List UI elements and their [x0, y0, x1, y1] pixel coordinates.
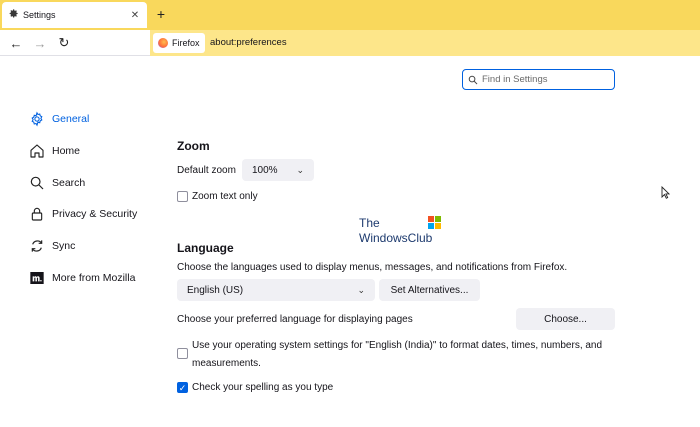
os-locale-checkbox[interactable]	[177, 348, 188, 359]
search-icon	[468, 75, 478, 84]
sidebar-item-general[interactable]: General	[28, 109, 89, 129]
mouse-cursor-icon	[661, 186, 670, 199]
set-alternatives-button[interactable]: Set Alternatives...	[379, 279, 480, 301]
tab-strip: Settings ✕ +	[0, 0, 700, 30]
sidebar-item-label: General	[52, 113, 90, 125]
search-input[interactable]	[482, 74, 602, 85]
close-icon[interactable]: ✕	[127, 7, 143, 23]
sidebar-item-more-from-mozilla[interactable]: More from Mozilla	[28, 268, 135, 288]
sidebar-item-privacy-security[interactable]: Privacy & Security	[28, 204, 137, 224]
sidebar-item-home[interactable]: Home	[28, 141, 80, 161]
sync-icon	[28, 237, 46, 255]
language-select[interactable]: English (US) ⌄	[177, 279, 375, 301]
identity-box[interactable]: Firefox	[153, 33, 205, 53]
url-field[interactable]: about:preferences	[210, 37, 287, 48]
mozilla-icon	[28, 269, 46, 287]
sidebar-item-label: Search	[52, 177, 86, 189]
os-locale-label-line2: measurements.	[192, 358, 261, 369]
sidebar-item-label: Sync	[52, 240, 76, 252]
windows-logo-icon	[428, 216, 441, 229]
reload-button[interactable]: ↻	[56, 35, 72, 51]
lock-icon	[28, 205, 46, 223]
tab-settings[interactable]: Settings ✕	[2, 2, 147, 28]
back-button[interactable]: ←	[8, 35, 24, 51]
page-language-label: Choose your preferred language for displ…	[177, 314, 413, 325]
os-locale-label-line1: Use your operating system settings for "…	[192, 340, 603, 351]
identity-label: Firefox	[172, 38, 200, 48]
sidebar-item-label: More from Mozilla	[52, 272, 136, 284]
home-icon	[28, 142, 46, 160]
spellcheck-label: Check your spelling as you type	[192, 382, 334, 393]
search-icon	[28, 174, 46, 192]
navigation-bar: ← → ↻	[0, 30, 700, 56]
chevron-down-icon: ⌄	[296, 164, 304, 175]
gear-icon	[28, 110, 46, 128]
zoom-heading: Zoom	[177, 139, 210, 153]
watermark-line2: WindowsClub	[359, 231, 433, 245]
tab-title: Settings	[23, 10, 56, 20]
zoom-text-only-label: Zoom text only	[192, 191, 258, 202]
default-zoom-value: 100%	[252, 164, 278, 176]
choose-languages-button[interactable]: Choose...	[516, 308, 615, 330]
spellcheck-checkbox[interactable]: ✓	[177, 382, 188, 393]
language-heading: Language	[177, 241, 234, 255]
sidebar-item-search[interactable]: Search	[28, 173, 85, 193]
sidebar-item-label: Home	[52, 145, 81, 157]
default-zoom-label: Default zoom	[177, 165, 236, 176]
sidebar-item-sync[interactable]: Sync	[28, 236, 75, 256]
firefox-logo-icon	[158, 38, 168, 48]
language-select-value: English (US)	[187, 284, 244, 296]
watermark-line1: The	[359, 216, 380, 230]
chevron-down-icon: ⌄	[357, 284, 365, 295]
new-tab-button[interactable]: +	[153, 6, 169, 22]
search-settings-box[interactable]	[462, 69, 615, 90]
language-description: Choose the languages used to display men…	[177, 262, 568, 273]
gear-icon	[8, 6, 19, 24]
watermark: The WindowsClub	[358, 216, 448, 246]
sidebar-item-label: Privacy & Security	[52, 208, 138, 220]
zoom-text-only-checkbox[interactable]	[177, 191, 188, 202]
default-zoom-select[interactable]: 100% ⌄	[242, 159, 314, 181]
forward-button[interactable]: →	[32, 35, 48, 51]
